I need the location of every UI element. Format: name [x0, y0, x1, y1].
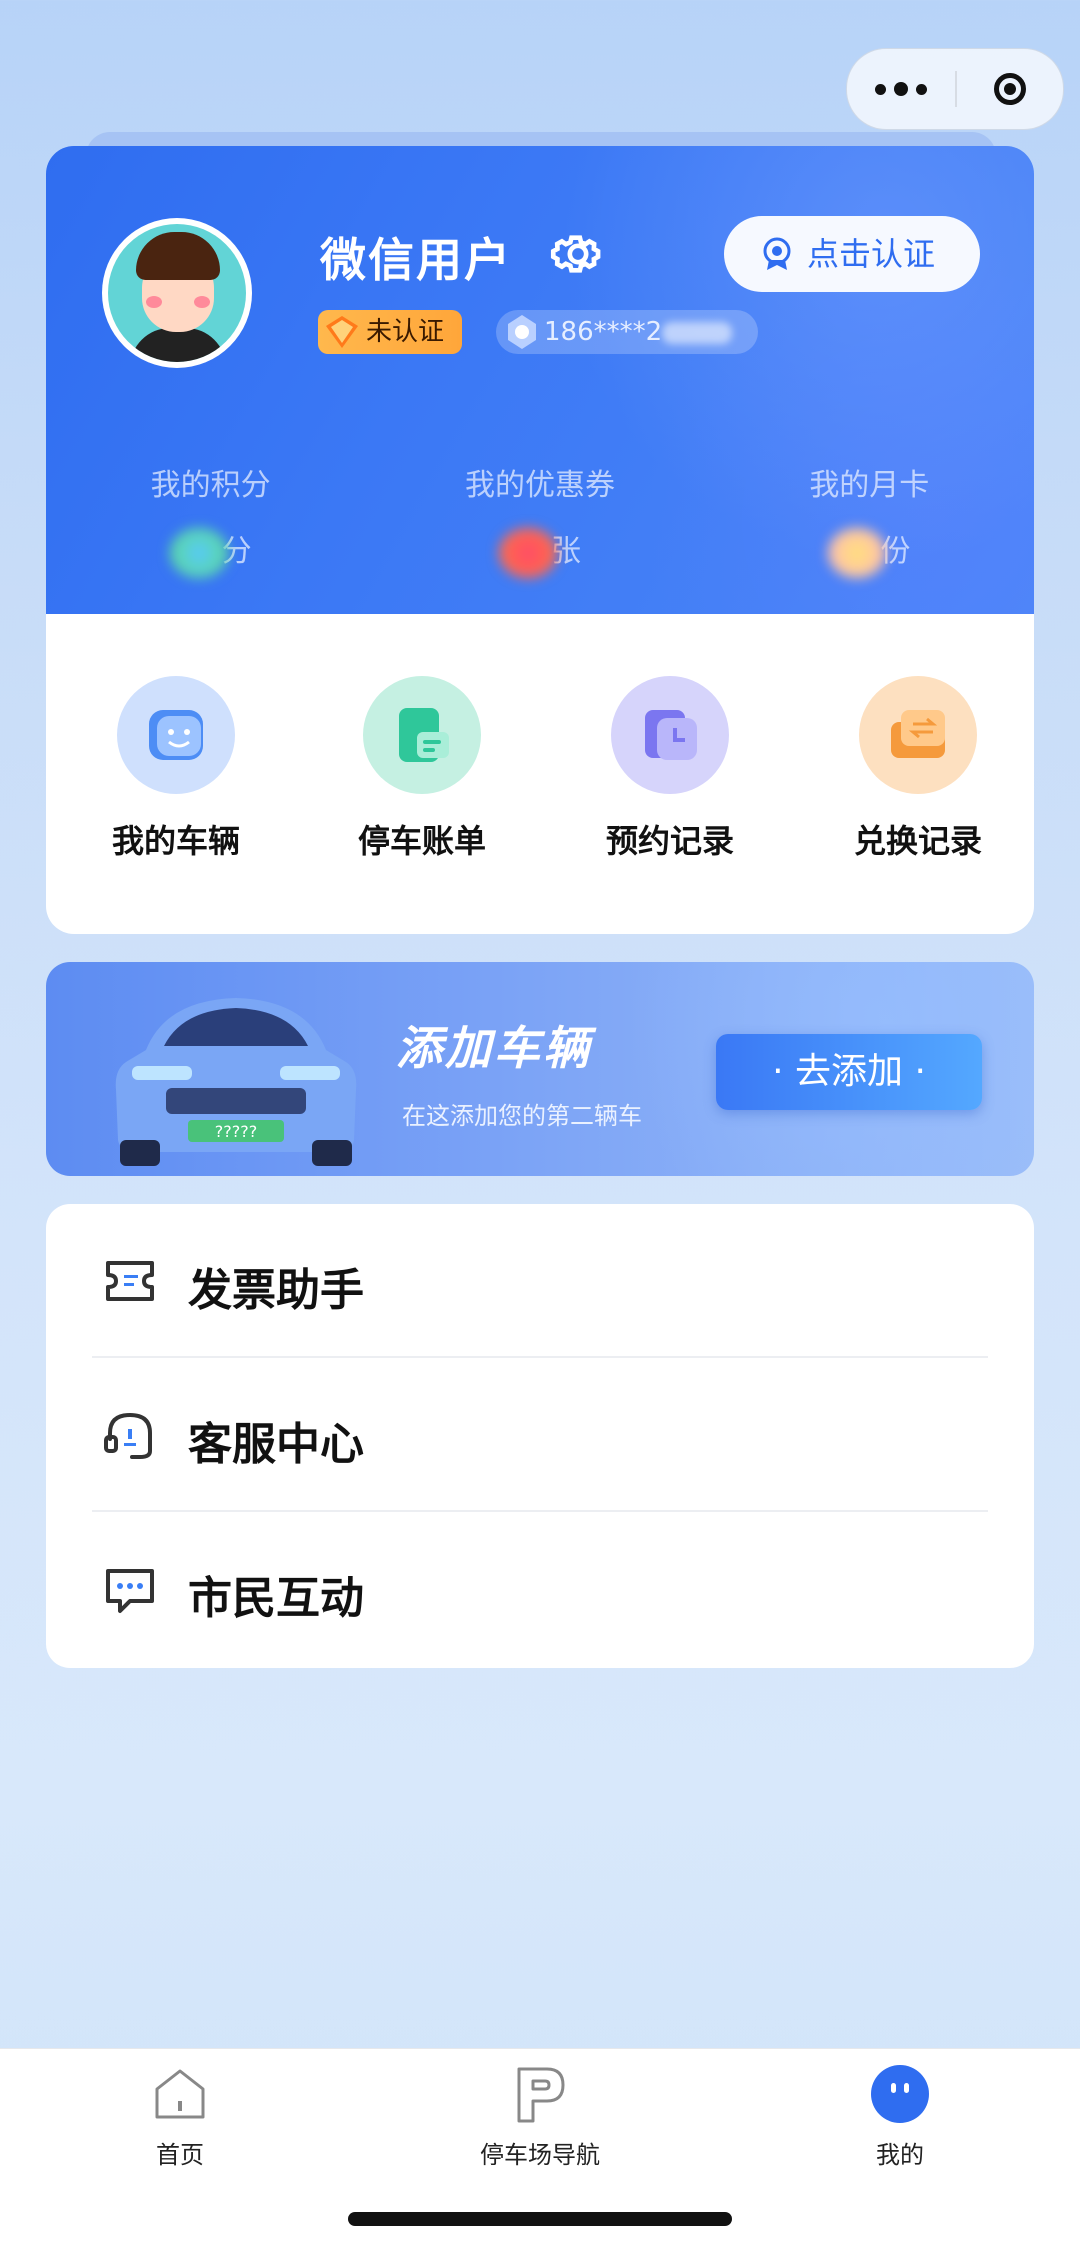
menu-invoice-assistant[interactable]: 发票助手 — [46, 1204, 1034, 1358]
verify-button[interactable]: 点击认证 — [724, 216, 980, 292]
banner-title: 添加车辆 — [396, 1021, 592, 1075]
banner-subtitle: 在这添加您的第二辆车 — [402, 1102, 642, 1130]
tab-parking-navigation[interactable]: 停车场导航 — [420, 2063, 660, 2170]
chat-icon — [106, 1569, 154, 1613]
headset-icon — [104, 1412, 152, 1459]
unverified-badge: 未认证 — [318, 310, 463, 354]
diamond-icon — [326, 316, 358, 348]
monthly-card-stat[interactable]: 我的月卡 份 — [705, 460, 1034, 578]
mini-program-capsule — [846, 48, 1064, 130]
points-stat[interactable]: 我的积分 分 — [46, 460, 375, 578]
quick-exchange-record[interactable]: 兑换记录 — [838, 676, 998, 862]
ticket-icon — [106, 1261, 154, 1301]
exchange-wallet-icon — [859, 676, 977, 794]
quick-reservation-record[interactable]: 预约记录 — [590, 676, 750, 862]
blurred-value — [169, 527, 228, 578]
menu-service-center[interactable]: 客服中心 — [46, 1358, 1034, 1512]
parking-icon — [517, 2067, 565, 2123]
avatar[interactable] — [102, 218, 252, 368]
tab-home[interactable]: 首页 — [60, 2063, 300, 2170]
profile-card: 微信用户 未认证 186****2 点击认证 我的积分 分 我的优惠券 张 我的… — [46, 146, 1034, 614]
verify-badge-icon — [763, 237, 791, 270]
clock-card-icon — [611, 676, 729, 794]
home-indicator — [348, 2212, 732, 2226]
car-face-icon — [117, 676, 235, 794]
quick-actions-card: 我的车辆 停车账单 预约记录 兑换记录 — [46, 614, 1034, 934]
car-illustration: ????? — [115, 998, 357, 1166]
menu-citizen-interaction[interactable]: 市民互动 — [46, 1512, 1034, 1666]
masked-digits — [662, 321, 733, 344]
medal-icon — [508, 315, 536, 349]
me-icon — [871, 2065, 929, 2123]
bill-icon — [363, 676, 481, 794]
blurred-value — [828, 527, 887, 578]
add-vehicle-banner[interactable]: ????? 添加车辆 在这添加您的第二辆车 · 去添加 · — [46, 962, 1034, 1176]
blurred-value — [498, 527, 557, 578]
gear-icon[interactable] — [550, 226, 606, 282]
target-icon[interactable] — [957, 49, 1063, 129]
service-menu: 发票助手 客服中心 市民互动 — [46, 1204, 1034, 1668]
coupons-stat[interactable]: 我的优惠券 张 — [375, 460, 704, 578]
svg-text:?????: ????? — [215, 1122, 257, 1141]
tab-me[interactable]: 我的 — [780, 2063, 1020, 2170]
username: 微信用户 — [320, 233, 512, 287]
stats-row: 我的积分 分 我的优惠券 张 我的月卡 份 — [46, 460, 1034, 578]
quick-parking-bill[interactable]: 停车账单 — [342, 676, 502, 862]
add-vehicle-button[interactable]: · 去添加 · — [716, 1034, 982, 1110]
quick-my-vehicles[interactable]: 我的车辆 — [96, 676, 256, 862]
home-icon — [155, 2069, 205, 2119]
phone-number: 186****2 — [496, 310, 759, 354]
more-dots-icon[interactable] — [847, 49, 955, 129]
